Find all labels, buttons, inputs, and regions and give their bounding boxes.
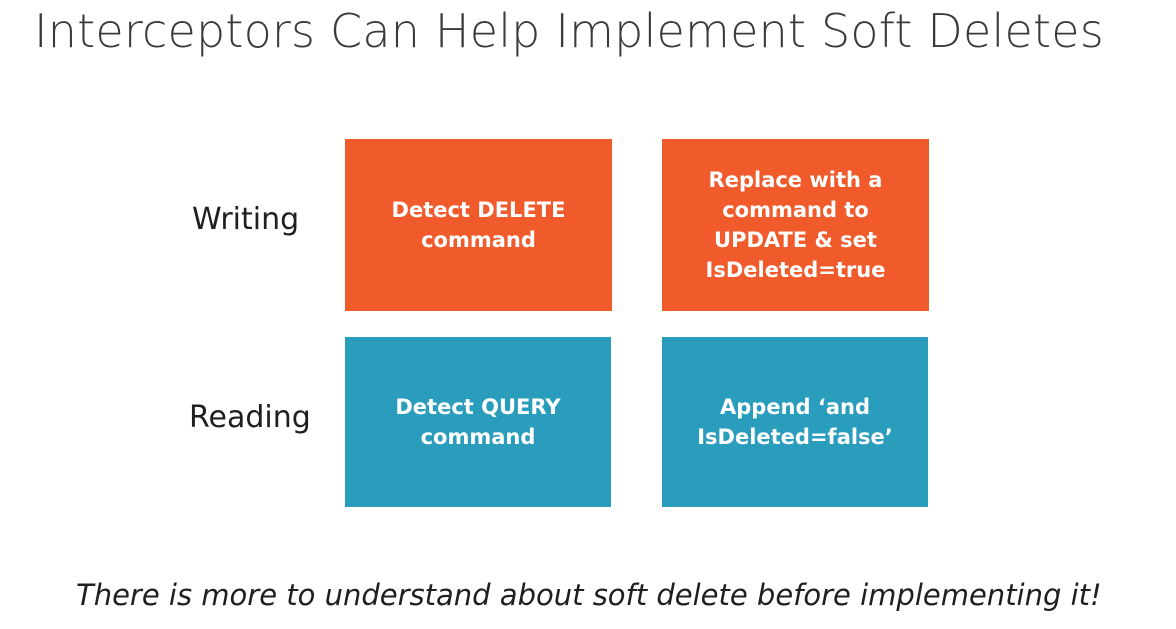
box-detect-delete-line-2: command <box>421 228 536 252</box>
box-append-filter-line-1: Append ‘and <box>720 395 870 419</box>
box-replace-update-line-3: UPDATE & set <box>714 228 877 252</box>
box-replace-update-line-2: command to <box>722 198 869 222</box>
box-append-filter-line-2: IsDeleted=false’ <box>697 425 893 449</box>
box-detect-query-line-2: command <box>420 425 536 449</box>
box-detect-query: Detect QUERY command <box>345 337 611 507</box>
box-replace-update-line-4: IsDeleted=true <box>705 258 886 282</box>
box-detect-delete: Detect DELETE command <box>345 139 612 311</box>
box-replace-update: Replace with a command to UPDATE & set I… <box>662 139 929 311</box>
box-append-filter: Append ‘and IsDeleted=false’ <box>662 337 928 507</box>
row-label-reading: Reading <box>189 400 311 435</box>
row-label-writing: Writing <box>192 202 300 237</box>
slide-title: Interceptors Can Help Implement Soft Del… <box>34 4 1104 58</box>
box-detect-delete-line-1: Detect DELETE <box>391 198 566 222</box>
footer-note: There is more to understand about soft d… <box>76 578 1102 612</box>
box-detect-query-line-1: Detect QUERY <box>395 395 561 419</box>
box-replace-update-line-1: Replace with a <box>708 168 883 192</box>
